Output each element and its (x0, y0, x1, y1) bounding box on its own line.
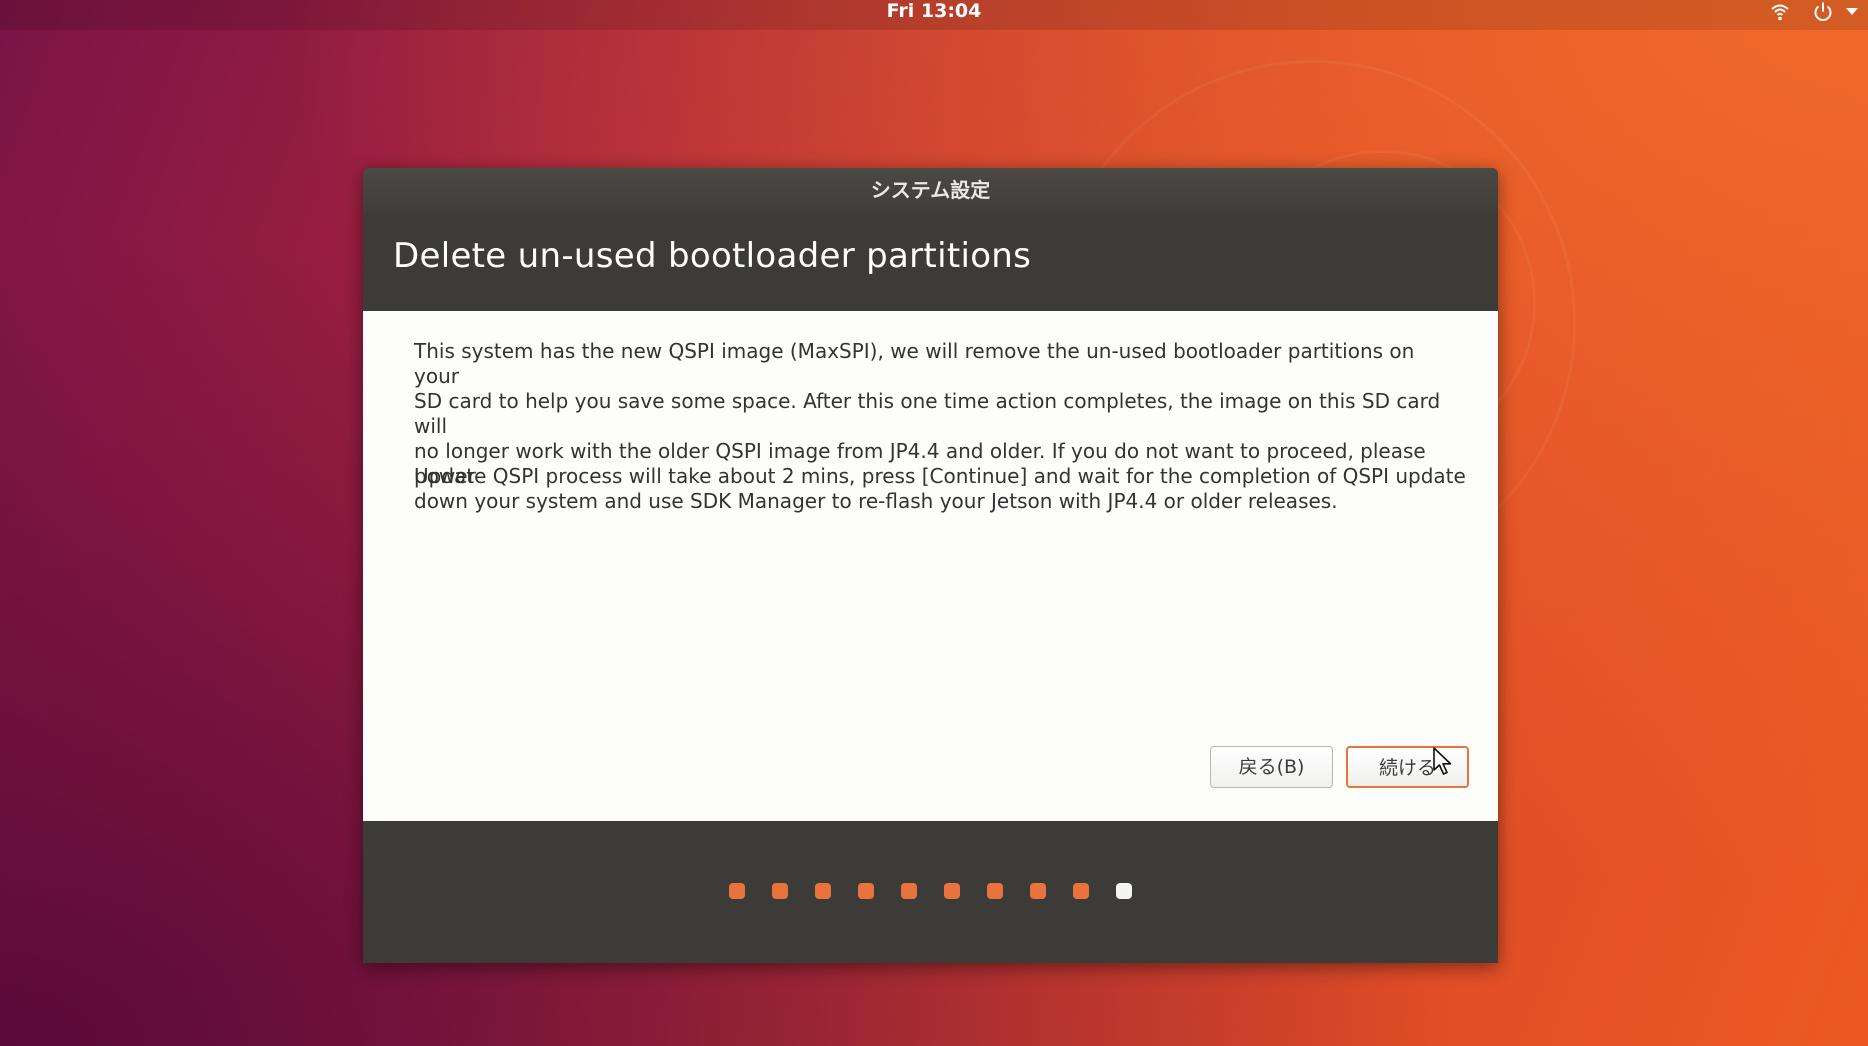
dialog-footer (363, 821, 1498, 963)
progress-dot (772, 883, 788, 899)
progress-indicator (363, 883, 1498, 899)
system-tray[interactable] (1770, 0, 1858, 24)
wifi-icon[interactable] (1770, 2, 1790, 22)
top-panel: Fri 13:04 (0, 0, 1868, 30)
dialog-content: This system has the new QSPI image (MaxS… (363, 311, 1498, 821)
dialog-header: Delete un-used bootloader partitions (363, 212, 1498, 311)
clock[interactable]: Fri 13:04 (0, 0, 1868, 22)
page-title: Delete un-used bootloader partitions (393, 236, 1032, 276)
installer-dialog: システム設定 Delete un-used bootloader partiti… (363, 168, 1498, 963)
progress-dot-current (1116, 883, 1132, 899)
desktop: Fri 13:04 システム設定 Delete un-used bootload… (0, 0, 1868, 1046)
power-icon[interactable] (1812, 1, 1834, 23)
description-line: down your system and use SDK Manager to … (414, 489, 1338, 513)
progress-dot (987, 883, 1003, 899)
progress-dot (815, 883, 831, 899)
description-line: SD card to help you save some space. Aft… (414, 389, 1441, 438)
instruction-text: Update QSPI process will take about 2 mi… (414, 464, 1466, 488)
progress-dot (1073, 883, 1089, 899)
progress-dot (901, 883, 917, 899)
progress-dot (729, 883, 745, 899)
progress-dot (858, 883, 874, 899)
chevron-down-icon[interactable] (1846, 8, 1858, 16)
progress-dot (1030, 883, 1046, 899)
progress-dot (944, 883, 960, 899)
description-line: This system has the new QSPI image (MaxS… (414, 339, 1415, 388)
mouse-pointer-icon (1433, 747, 1453, 781)
back-button[interactable]: 戻る(B) (1210, 746, 1333, 788)
window-title[interactable]: システム設定 (363, 168, 1498, 212)
